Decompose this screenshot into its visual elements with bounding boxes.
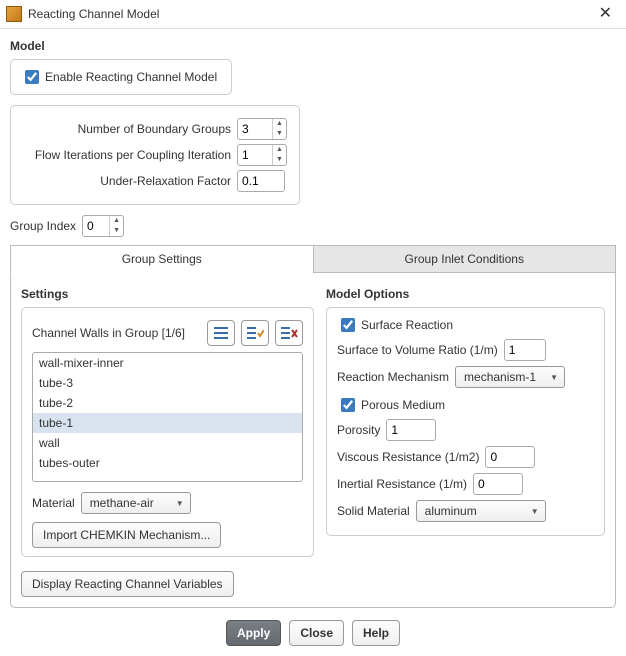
list-check-icon [246, 326, 264, 340]
surface-reaction-input[interactable] [341, 318, 355, 332]
list-item[interactable]: tube-3 [33, 373, 302, 393]
enable-reacting-checkbox-input[interactable] [25, 70, 39, 84]
list-item[interactable]: tube-2 [33, 393, 302, 413]
settings-heading: Settings [21, 287, 314, 301]
tab-group-inlet-conditions[interactable]: Group Inlet Conditions [313, 245, 617, 273]
spin-down-icon[interactable]: ▼ [110, 226, 123, 236]
walls-label: Channel Walls in Group [1/6] [32, 326, 201, 340]
num-groups-input[interactable] [238, 120, 272, 138]
porous-medium-label: Porous Medium [361, 398, 445, 412]
flow-iter-input[interactable] [238, 146, 272, 164]
mechanism-dropdown[interactable]: mechanism-1 ▼ [455, 366, 565, 388]
material-value: methane-air [90, 496, 168, 510]
list-item[interactable]: wall [33, 433, 302, 453]
window-title: Reacting Channel Model [28, 7, 595, 21]
porous-medium-input[interactable] [341, 398, 355, 412]
urf-input[interactable] [237, 170, 285, 192]
walls-label-text: Channel Walls in Group [32, 326, 158, 340]
model-options-heading: Model Options [326, 287, 605, 301]
svr-input[interactable] [504, 339, 546, 361]
solid-material-label: Solid Material [337, 504, 410, 518]
list-deselect-button[interactable] [275, 320, 303, 346]
solid-material-dropdown[interactable]: aluminum ▼ [416, 500, 546, 522]
inertial-resistance-input[interactable] [473, 473, 523, 495]
flow-iter-spinner[interactable]: ▲▼ [237, 144, 287, 166]
mechanism-value: mechanism-1 [464, 370, 542, 384]
list-select-checked-button[interactable] [241, 320, 269, 346]
list-item[interactable]: wall-mixer-inner [33, 353, 302, 373]
list-x-icon [280, 326, 298, 340]
enable-reacting-checkbox[interactable]: Enable Reacting Channel Model [21, 68, 221, 86]
mechanism-label: Reaction Mechanism [337, 370, 449, 384]
chevron-down-icon: ▼ [176, 499, 184, 508]
group-index-input[interactable] [83, 217, 109, 235]
walls-listbox[interactable]: wall-mixer-innertube-3tube-2tube-1walltu… [32, 352, 303, 482]
enable-reacting-label: Enable Reacting Channel Model [45, 70, 217, 84]
material-dropdown[interactable]: methane-air ▼ [81, 492, 191, 514]
group-index-label: Group Index [10, 219, 76, 233]
tab-group-settings[interactable]: Group Settings [10, 245, 313, 273]
params-panel: Number of Boundary Groups ▲▼ Flow Iterat… [10, 105, 300, 205]
apply-button[interactable]: Apply [226, 620, 281, 646]
import-chemkin-button[interactable]: Import CHEMKIN Mechanism... [32, 522, 221, 548]
list-select-all-button[interactable] [207, 320, 235, 346]
close-button[interactable]: Close [289, 620, 344, 646]
list-item[interactable]: tubes-outer [33, 453, 302, 473]
close-icon[interactable]: ✕ [595, 6, 616, 22]
chevron-down-icon: ▼ [550, 373, 558, 382]
list-item[interactable]: tube-1 [33, 413, 302, 433]
svr-label: Surface to Volume Ratio (1/m) [337, 343, 498, 357]
dialog-footer: Apply Close Help [10, 620, 616, 646]
app-icon [6, 6, 22, 22]
spin-up-icon[interactable]: ▲ [273, 119, 286, 129]
flow-iter-label: Flow Iterations per Coupling Iteration [21, 148, 231, 162]
group-tabs: Group Settings Group Inlet Conditions [10, 245, 616, 273]
settings-panel: Channel Walls in Group [1/6] [21, 307, 314, 557]
porosity-input[interactable] [386, 419, 436, 441]
num-groups-spinner[interactable]: ▲▼ [237, 118, 287, 140]
help-button[interactable]: Help [352, 620, 400, 646]
urf-label: Under-Relaxation Factor [21, 174, 231, 188]
group-index-spinner[interactable]: ▲▼ [82, 215, 124, 237]
display-variables-button[interactable]: Display Reacting Channel Variables [21, 571, 234, 597]
walls-count: [1/6] [162, 326, 185, 340]
inertial-resistance-label: Inertial Resistance (1/m) [337, 477, 467, 491]
spin-down-icon[interactable]: ▼ [273, 155, 286, 165]
material-label: Material [32, 496, 75, 510]
titlebar: Reacting Channel Model ✕ [0, 0, 626, 29]
spin-up-icon[interactable]: ▲ [273, 145, 286, 155]
chevron-down-icon: ▼ [531, 507, 539, 516]
spin-up-icon[interactable]: ▲ [110, 216, 123, 226]
num-groups-label: Number of Boundary Groups [21, 122, 231, 136]
porous-medium-checkbox[interactable]: Porous Medium [337, 396, 594, 414]
surface-reaction-label: Surface Reaction [361, 318, 453, 332]
viscous-resistance-label: Viscous Resistance (1/m2) [337, 450, 480, 464]
viscous-resistance-input[interactable] [485, 446, 535, 468]
model-options-panel: Surface Reaction Surface to Volume Ratio… [326, 307, 605, 536]
spin-down-icon[interactable]: ▼ [273, 129, 286, 139]
solid-material-value: aluminum [425, 504, 523, 518]
list-lines-icon [213, 326, 229, 340]
porosity-label: Porosity [337, 423, 380, 437]
enable-panel: Enable Reacting Channel Model [10, 59, 232, 95]
model-heading: Model [10, 39, 616, 53]
surface-reaction-checkbox[interactable]: Surface Reaction [337, 316, 594, 334]
